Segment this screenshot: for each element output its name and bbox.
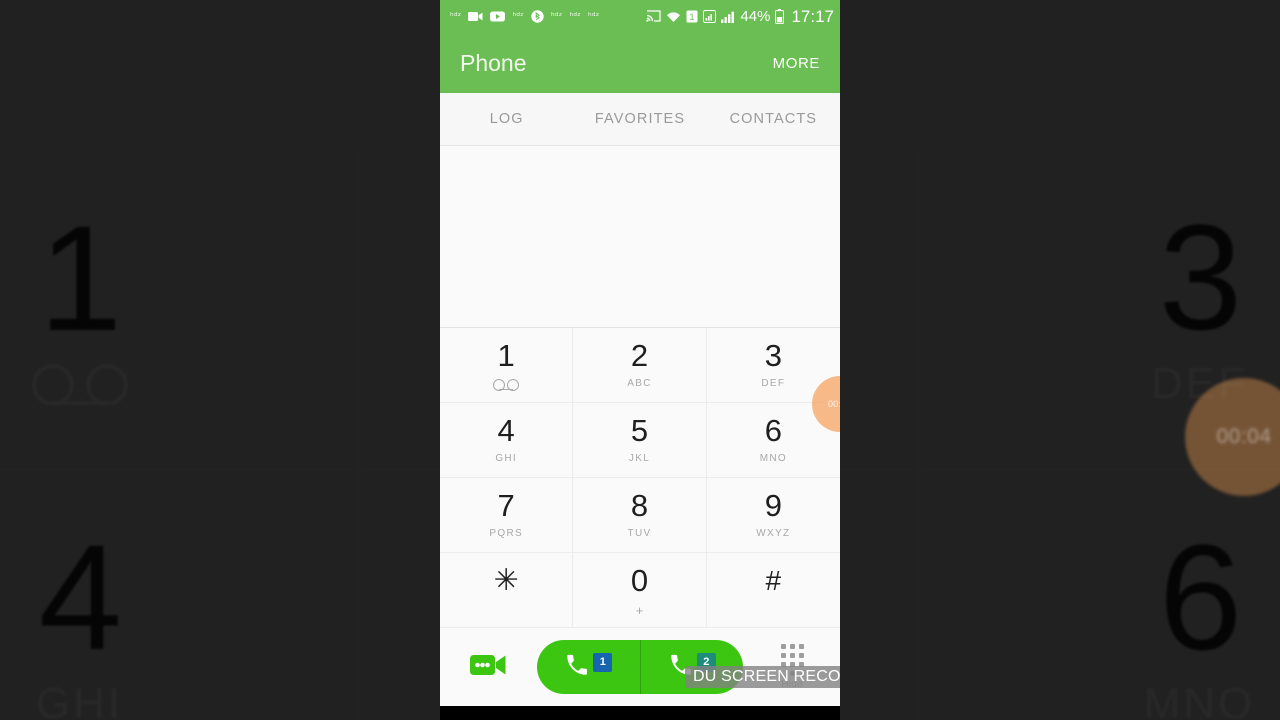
video-call-icon <box>470 652 506 683</box>
dialpad-key-2[interactable]: 2 ABC <box>573 328 707 403</box>
phone-handset-icon <box>564 652 590 683</box>
dialpad-key-digit: 2 <box>630 338 649 373</box>
screen-recording-frame: 1 2 ABC 3 DEF 4 GHI 5 JKL 6 MNO <box>0 0 1280 720</box>
signal-bars-icon <box>721 11 735 23</box>
dialpad-key-3[interactable]: 3 DEF 00:04 <box>706 328 840 432</box>
phone-app-window: ʰᵈᶻ ʰᵈᶻ ʰᵈᶻ ʰᵈᶻ ʰᵈᶻ 1 44% 17:17 Phone MO… <box>440 0 840 720</box>
background-recording-timer-value: 00:04 <box>1216 425 1272 448</box>
dialpad-key-4[interactable]: 4 GHI <box>440 403 574 478</box>
notification-glyph-icon: ʰᵈᶻ <box>512 11 524 22</box>
svg-text:1: 1 <box>690 12 695 22</box>
dialpad-key-9[interactable]: 9 WXYZ <box>706 478 840 553</box>
dialpad-key-8[interactable]: 8 TUV <box>573 478 707 553</box>
dialpad-key-hash[interactable]: # <box>706 553 840 628</box>
dialpad-key-letters: TUV <box>627 528 652 539</box>
notification-glyph-icon: ʰᵈᶻ <box>587 11 600 22</box>
dialpad-key-letters: JKL <box>628 453 651 464</box>
tab-log[interactable]: LOG <box>440 111 573 127</box>
dialpad-key-5[interactable]: 5 JKL <box>573 403 707 478</box>
dialpad: 1 2 ABC 3 DEF 00:04 4 GHI 5 JKL <box>440 327 840 628</box>
screen-recorder-watermark: DU SCREEN RECORDER <box>685 666 840 688</box>
sim-1-badge: 1 <box>593 652 613 672</box>
tab-bar: LOG FAVORITES CONTACTS <box>440 93 840 146</box>
dialpad-key-digit: 3 <box>764 338 782 373</box>
status-bar: ʰᵈᶻ ʰᵈᶻ ʰᵈᶻ ʰᵈᶻ ʰᵈᶻ 1 44% 17:17 <box>440 0 840 33</box>
dialpad-key-6[interactable]: 6 MNO <box>706 403 840 478</box>
dialpad-key-0[interactable]: 0 + <box>573 553 707 628</box>
dialpad-key-letters: MNO <box>759 453 787 464</box>
sim-1-icon: 1 <box>686 10 698 23</box>
battery-percent-label: 44% <box>740 8 771 25</box>
status-bar-clock: 17:17 <box>791 6 834 26</box>
dialpad-key-star[interactable]: ✳ <box>440 553 574 628</box>
page-title: Phone <box>460 49 527 76</box>
app-bar: Phone MORE <box>440 33 840 93</box>
system-navigation-bar <box>440 706 840 720</box>
youtube-icon <box>490 11 506 22</box>
dialpad-key-digit: 0 <box>630 563 649 598</box>
dialpad-key-letters: + <box>635 603 644 618</box>
dialpad-key-7[interactable]: 7 PQRS <box>440 478 574 553</box>
voicemail-icon <box>493 378 520 391</box>
dialpad-key-digit: 5 <box>630 413 649 448</box>
dialpad-key-digit: # <box>765 564 782 596</box>
more-button[interactable]: MORE <box>773 55 820 72</box>
bluetooth-icon <box>531 10 544 23</box>
dialpad-key-digit: 9 <box>764 488 782 523</box>
dialpad-key-letters: DEF <box>761 378 786 389</box>
notification-glyph-icon: ʰᵈᶻ <box>569 11 581 22</box>
notification-glyph-icon: ʰᵈᶻ <box>450 11 462 22</box>
cast-icon <box>646 10 662 23</box>
dialpad-key-letters: ABC <box>627 378 652 389</box>
dialpad-key-1[interactable]: 1 <box>440 328 574 403</box>
notification-glyph-icon: ʰᵈᶻ <box>550 11 563 22</box>
call-button-sim1[interactable]: 1 <box>537 640 640 694</box>
status-bar-notifications: ʰᵈᶻ ʰᵈᶻ ʰᵈᶻ ʰᵈᶻ ʰᵈᶻ <box>450 10 646 23</box>
status-bar-system-icons: 1 44% 17:17 <box>646 7 834 27</box>
dialer-action-bar: 1 2 Hide <box>440 628 840 706</box>
dialpad-key-digit: 4 <box>497 413 515 448</box>
dialed-number-display[interactable] <box>440 146 840 327</box>
dialpad-key-digit: ✳ <box>493 563 519 597</box>
dialpad-key-digit: 7 <box>497 488 515 523</box>
video-call-button[interactable] <box>440 652 536 683</box>
dialpad-key-digit: 1 <box>497 337 515 373</box>
dialpad-key-digit: 6 <box>764 413 782 448</box>
signal-bars-icon <box>703 10 717 23</box>
tab-favorites[interactable]: FAVORITES <box>573 111 706 127</box>
dialpad-key-letters: GHI <box>495 453 517 464</box>
dialpad-key-letters: PQRS <box>489 528 523 539</box>
battery-icon <box>775 9 785 24</box>
tab-contacts[interactable]: CONTACTS <box>707 111 840 127</box>
dialpad-key-letters: WXYZ <box>756 528 791 539</box>
video-camera-icon <box>468 11 483 22</box>
dialpad-key-digit: 8 <box>630 488 649 523</box>
wifi-icon <box>666 11 681 23</box>
